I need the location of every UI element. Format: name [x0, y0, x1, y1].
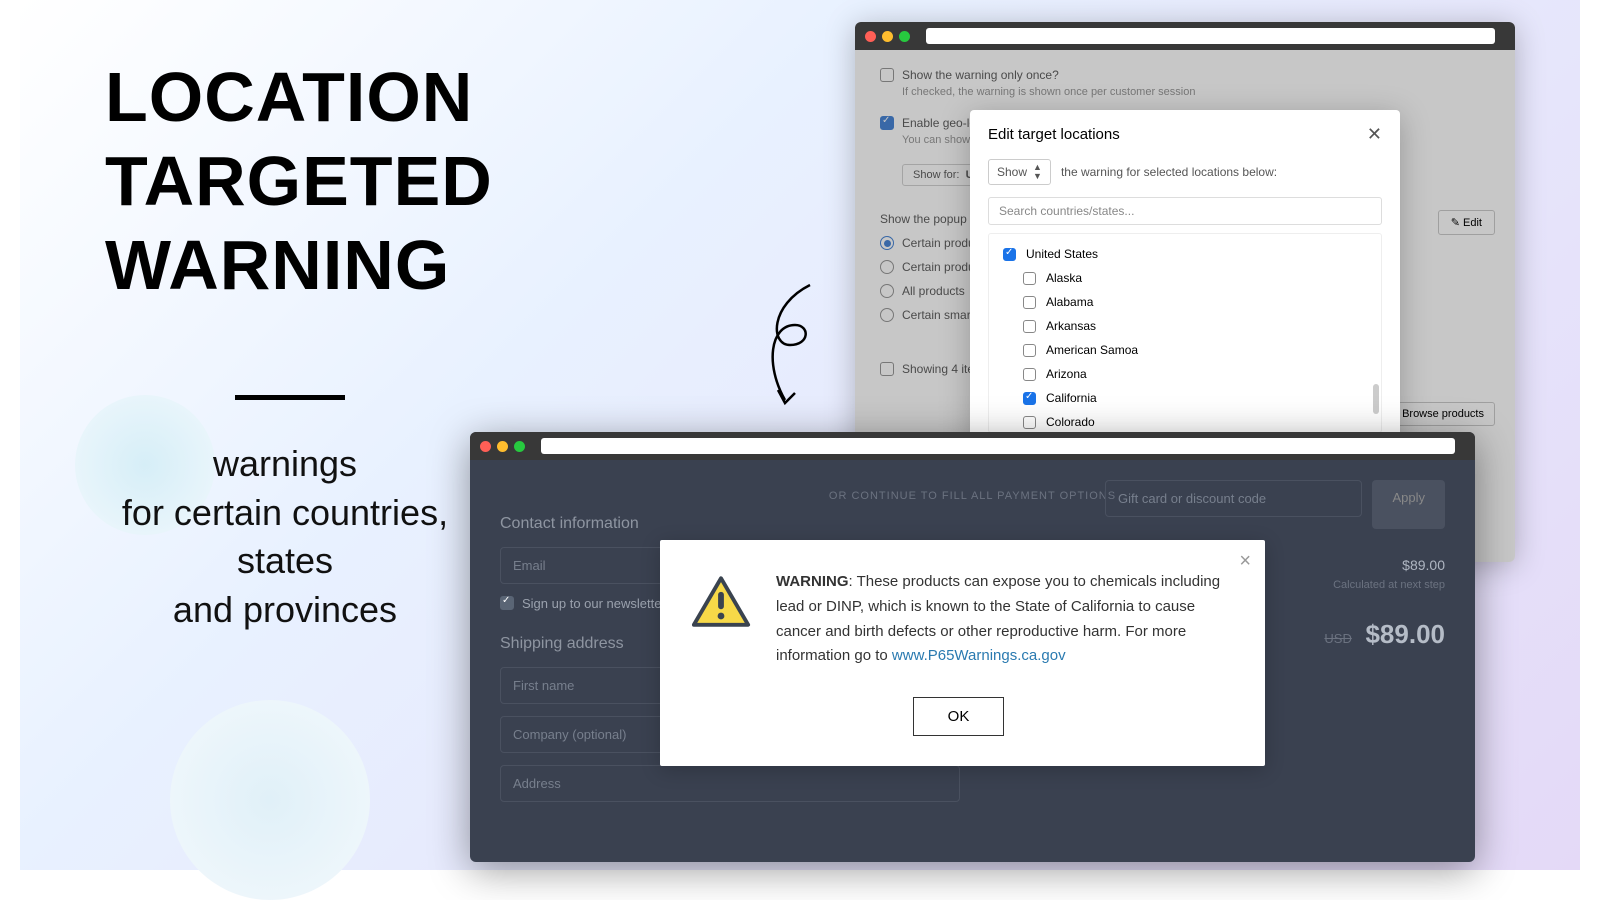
subheadline: warnings for certain countries, states a…	[115, 440, 455, 634]
modal-title: Edit target locations	[988, 126, 1120, 143]
warning-link[interactable]: www.P65Warnings.ca.gov	[892, 647, 1066, 664]
location-label: United States	[1026, 247, 1098, 261]
newsletter-label: Sign up to our newsletter	[522, 596, 666, 611]
location-item[interactable]: American Samoa	[989, 338, 1381, 362]
divider	[235, 395, 345, 400]
url-bar[interactable]	[926, 28, 1495, 44]
location-item[interactable]: United States	[989, 242, 1381, 266]
window-titlebar	[470, 432, 1475, 460]
warning-text: WARNING: These products can expose you t…	[776, 570, 1227, 669]
currency-label: USD	[1324, 631, 1351, 646]
location-item[interactable]: Arizona	[989, 362, 1381, 386]
location-label: Alabama	[1046, 295, 1093, 309]
url-bar[interactable]	[541, 438, 1455, 454]
location-checkbox[interactable]	[1023, 344, 1036, 357]
location-label: Alaska	[1046, 271, 1082, 285]
warning-triangle-icon	[690, 574, 752, 629]
location-checkbox[interactable]	[1023, 320, 1036, 333]
newsletter-checkbox[interactable]	[500, 596, 514, 610]
search-input[interactable]: Search countries/states...	[988, 197, 1382, 225]
show-hide-select[interactable]: Show▲▼	[988, 159, 1051, 185]
location-checkbox[interactable]	[1023, 272, 1036, 285]
location-label: California	[1046, 391, 1097, 405]
bg-blob	[170, 700, 370, 900]
maximize-dot-icon[interactable]	[899, 31, 910, 42]
headline-line: TARGETED	[105, 139, 493, 223]
modal-tail-text: the warning for selected locations below…	[1061, 165, 1277, 179]
location-item[interactable]: Colorado	[989, 410, 1381, 433]
location-label: American Samoa	[1046, 343, 1138, 357]
arrow-icon	[740, 275, 840, 415]
location-item[interactable]: Arkansas	[989, 314, 1381, 338]
contact-heading: Contact information	[500, 515, 960, 533]
address-field[interactable]: Address	[500, 765, 960, 802]
scrollbar-thumb[interactable]	[1373, 384, 1379, 414]
location-item[interactable]: Alaska	[989, 266, 1381, 290]
apply-button[interactable]: Apply	[1372, 480, 1445, 529]
window-titlebar	[855, 22, 1515, 50]
location-label: Colorado	[1046, 415, 1095, 429]
close-dot-icon[interactable]	[865, 31, 876, 42]
location-checkbox[interactable]	[1023, 392, 1036, 405]
warning-popup: × WARNING: These products can expose you…	[660, 540, 1265, 766]
maximize-dot-icon[interactable]	[514, 441, 525, 452]
total-price: $89.00	[1365, 619, 1445, 649]
locations-list[interactable]: United States Alaska Alabama Arkansas Americ…	[988, 233, 1382, 433]
location-checkbox[interactable]	[1023, 296, 1036, 309]
close-icon[interactable]: ✕	[1367, 124, 1382, 145]
close-icon[interactable]: ×	[1239, 550, 1251, 573]
banner-text: OR CONTINUE TO FILL ALL PAYMENT OPTIONS	[829, 490, 1116, 502]
ok-button[interactable]: OK	[913, 697, 1005, 736]
minimize-dot-icon[interactable]	[882, 31, 893, 42]
location-checkbox[interactable]	[1023, 368, 1036, 381]
location-label: Arkansas	[1046, 319, 1096, 333]
location-item[interactable]: California	[989, 386, 1381, 410]
headline: LOCATION TARGETED WARNING	[105, 55, 493, 307]
location-checkbox[interactable]	[1023, 416, 1036, 429]
close-dot-icon[interactable]	[480, 441, 491, 452]
minimize-dot-icon[interactable]	[497, 441, 508, 452]
location-item[interactable]: Alabama	[989, 290, 1381, 314]
headline-line: LOCATION	[105, 55, 493, 139]
edit-target-locations-modal: Edit target locations ✕ Show▲▼ the warni…	[970, 110, 1400, 451]
location-checkbox[interactable]	[1003, 248, 1016, 261]
discount-code-field[interactable]: Gift card or discount code	[1105, 480, 1362, 517]
headline-line: WARNING	[105, 223, 493, 307]
location-label: Arizona	[1046, 367, 1087, 381]
